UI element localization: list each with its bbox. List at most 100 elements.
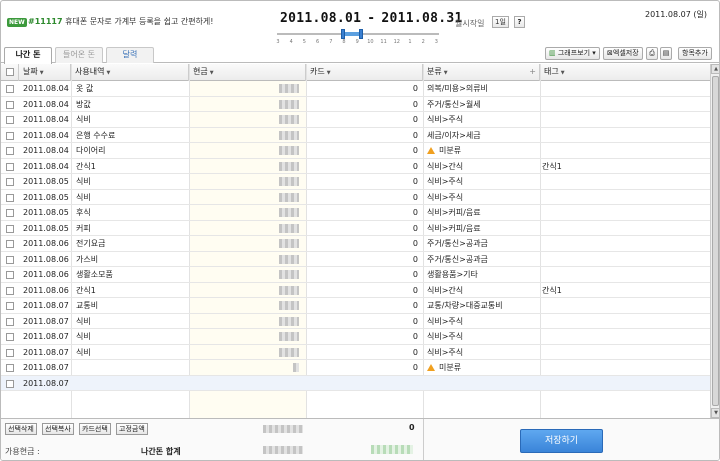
row-category[interactable]: 식비>주식 — [423, 174, 540, 189]
row-description[interactable]: 식비 — [76, 345, 188, 360]
row-card[interactable]: 0 — [306, 159, 423, 174]
table-row[interactable]: 2011.08.06 전기요금 0 주거/통신>공과금 — [1, 236, 710, 252]
table-row[interactable]: 2011.08.04 은행 수수료 0 세금/이자>세금 — [1, 128, 710, 143]
row-card[interactable]: 0 — [306, 112, 423, 127]
row-date[interactable]: 2011.08.04 — [23, 97, 71, 112]
row-cash[interactable] — [189, 360, 306, 375]
row-category[interactable]: 주거/통신>공과금 — [423, 236, 540, 251]
row-date[interactable]: 2011.08.05 — [23, 190, 71, 205]
row-cash[interactable] — [189, 345, 306, 360]
row-date[interactable]: 2011.08.04 — [23, 143, 71, 158]
row-checkbox[interactable] — [6, 116, 14, 124]
card-select-button[interactable]: 카드선택 — [79, 423, 111, 435]
sms-notice-link[interactable]: #11117 휴대폰 문자로 가계부 등록을 쉽고 간편하게! — [28, 16, 214, 27]
slider-start-handle[interactable] — [341, 29, 345, 39]
table-row[interactable]: 2011.08.07 식비 0 식비>주식 — [1, 329, 710, 345]
row-tag[interactable] — [540, 236, 710, 251]
start-day-button[interactable]: 1일 — [492, 16, 509, 28]
row-cash[interactable] — [189, 314, 306, 329]
row-cash[interactable] — [189, 81, 306, 96]
row-checkbox[interactable] — [6, 348, 14, 357]
help-button[interactable]: ? — [514, 16, 525, 28]
row-checkbox[interactable] — [6, 100, 14, 109]
row-card[interactable]: 0 — [306, 236, 423, 251]
header-desc[interactable]: 사용내역 ▼ — [71, 64, 189, 81]
row-category[interactable] — [423, 376, 540, 391]
month-slider[interactable]: 3 4 5 6 7 8 9 10 11 12 1 2 3 — [275, 29, 441, 45]
row-checkbox[interactable] — [6, 333, 14, 341]
row-tag[interactable] — [540, 81, 710, 96]
row-checkbox[interactable] — [6, 302, 14, 310]
row-category[interactable]: 주거/통신>월세 — [423, 97, 540, 112]
row-checkbox[interactable] — [6, 286, 14, 295]
row-checkbox[interactable] — [6, 317, 14, 326]
row-category[interactable]: 식비>커피/음료 — [423, 205, 540, 220]
row-tag[interactable] — [540, 128, 710, 143]
row-description[interactable]: 가스비 — [76, 252, 188, 267]
row-tag[interactable] — [540, 97, 710, 112]
row-card[interactable]: 0 — [306, 143, 423, 158]
delete-selected-button[interactable]: 선택삭제 — [5, 423, 37, 435]
row-tag[interactable] — [540, 314, 710, 329]
header-select-all[interactable] — [1, 64, 19, 81]
row-checkbox[interactable] — [6, 85, 14, 93]
row-description[interactable]: 식비 — [76, 190, 188, 205]
row-description[interactable]: 간식1 — [76, 159, 188, 174]
row-description[interactable]: 방값 — [76, 97, 188, 112]
row-tag[interactable] — [540, 190, 710, 205]
row-card[interactable]: 0 — [306, 267, 423, 282]
tab-calendar[interactable]: 달력 — [106, 47, 154, 63]
row-tag[interactable] — [540, 112, 710, 127]
row-category[interactable]: 식비>간식 — [423, 159, 540, 174]
row-checkbox[interactable] — [6, 162, 14, 171]
row-card[interactable]: 0 — [306, 205, 423, 220]
row-date[interactable]: 2011.08.04 — [23, 159, 71, 174]
row-checkbox[interactable] — [6, 255, 14, 264]
graph-view-button[interactable]: ▥ 그래프보기 ▾ — [545, 47, 600, 60]
row-date[interactable]: 2011.08.07 — [23, 376, 71, 391]
table-row[interactable]: 2011.08.05 커피 0 식비>커피/음료 — [1, 221, 710, 236]
table-row[interactable]: 2011.08.06 가스비 0 주거/통신>공과금 — [1, 252, 710, 267]
table-row[interactable]: 2011.08.04 간식1 0 식비>간식 간식1 — [1, 159, 710, 174]
table-row[interactable]: 2011.08.05 식비 0 식비>주식 — [1, 174, 710, 190]
row-date[interactable]: 2011.08.06 — [23, 283, 71, 298]
excel-save-button[interactable]: ⊠엑셀저장 — [603, 47, 643, 60]
row-tag[interactable] — [540, 221, 710, 236]
slider-end-handle[interactable] — [359, 29, 363, 39]
table-row[interactable]: 2011.08.04 옷 값 0 의복/미용>의류비 — [1, 81, 710, 97]
table-row[interactable]: 2011.08.04 방값 0 주거/통신>월세 — [1, 97, 710, 112]
row-category[interactable]: 식비>주식 — [423, 314, 540, 329]
row-cash[interactable] — [189, 128, 306, 143]
row-date[interactable]: 2011.08.04 — [23, 81, 71, 96]
row-card[interactable]: 0 — [306, 314, 423, 329]
row-tag[interactable] — [540, 252, 710, 267]
vertical-scrollbar[interactable]: ▲ ▼ — [710, 64, 719, 418]
row-tag[interactable] — [540, 205, 710, 220]
row-cash[interactable] — [189, 205, 306, 220]
copy-selected-button[interactable]: 선택복사 — [42, 423, 74, 435]
row-card[interactable]: 0 — [306, 283, 423, 298]
row-date[interactable]: 2011.08.07 — [23, 298, 71, 313]
row-checkbox[interactable] — [6, 379, 14, 388]
row-tag[interactable]: 간식1 — [540, 159, 710, 174]
row-date[interactable]: 2011.08.07 — [23, 314, 71, 329]
table-row[interactable]: 2011.08.07 식비 0 식비>주식 — [1, 345, 710, 360]
row-tag[interactable] — [540, 376, 710, 391]
row-tag[interactable] — [540, 298, 710, 313]
row-cash[interactable] — [189, 252, 306, 267]
row-category[interactable]: 식비>주식 — [423, 345, 540, 360]
row-cash[interactable] — [189, 376, 306, 391]
header-category[interactable]: 분류 ▼ + — [423, 64, 540, 81]
row-card[interactable]: 0 — [306, 81, 423, 96]
scroll-down-icon[interactable]: ▼ — [711, 408, 719, 418]
row-category[interactable]: 생활용품>기타 — [423, 267, 540, 282]
row-cash[interactable] — [189, 329, 306, 344]
header-card[interactable]: 카드 ▼ — [306, 64, 423, 81]
row-description[interactable]: 전기요금 — [76, 236, 188, 251]
row-card[interactable]: 0 — [306, 360, 423, 375]
row-cash[interactable] — [189, 159, 306, 174]
table-row[interactable]: 2011.08.05 후식 0 식비>커피/음료 — [1, 205, 710, 221]
table-row[interactable]: 2011.08.06 생활소모품 0 생활용품>기타 — [1, 267, 710, 283]
row-cash[interactable] — [189, 97, 306, 112]
row-cash[interactable] — [189, 143, 306, 158]
